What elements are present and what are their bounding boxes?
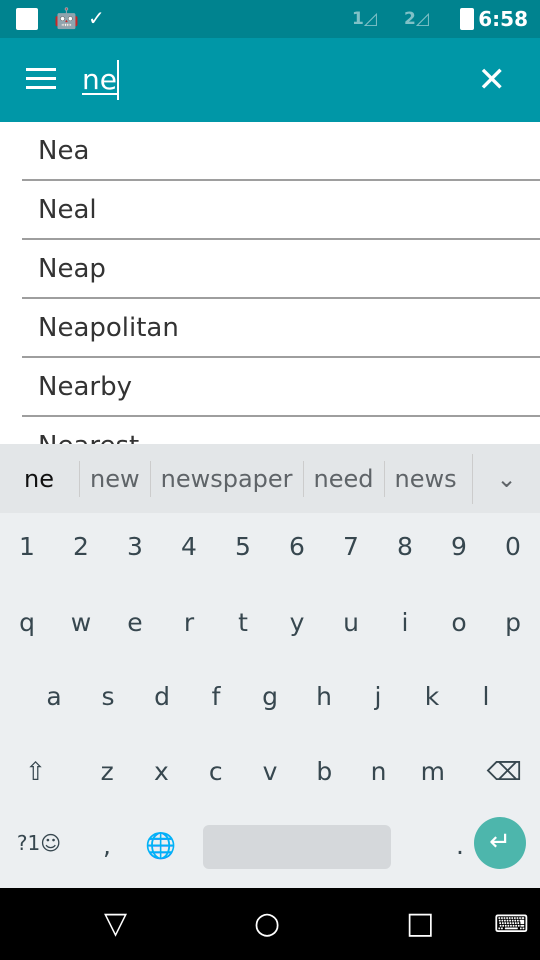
list-item[interactable]: Nearby [22, 358, 540, 417]
sim2-signal-icon: 2◿ [404, 9, 429, 29]
keyboard-icon[interactable]: ⌨ [494, 910, 529, 938]
recents-icon[interactable]: □ [406, 906, 434, 941]
key-7[interactable]: 7 [324, 532, 378, 561]
android-debug-icon: 🤖 [54, 6, 79, 30]
key-b[interactable]: b [297, 757, 351, 786]
key-m[interactable]: m [406, 757, 460, 786]
search-toolbar: ne ✕ [0, 38, 540, 122]
navigation-bar: ▽ ○ □ ⌨ [0, 888, 540, 960]
key-f[interactable]: f [189, 682, 243, 711]
key-2[interactable]: 2 [54, 532, 108, 561]
key-o[interactable]: o [432, 608, 486, 637]
chevron-down-icon[interactable]: ⌄ [472, 453, 540, 504]
key-j[interactable]: j [351, 682, 405, 711]
key-t[interactable]: t [216, 608, 270, 637]
suggestion[interactable]: need [304, 460, 385, 497]
key-v[interactable]: v [243, 757, 297, 786]
close-icon[interactable]: ✕ [478, 63, 507, 97]
clipboard-check-icon: ✓ [88, 6, 105, 30]
key-1[interactable]: 1 [0, 532, 54, 561]
key-p[interactable]: p [486, 608, 540, 637]
home-icon[interactable]: ○ [254, 906, 280, 941]
key-5[interactable]: 5 [216, 532, 270, 561]
clock: 6:58 [478, 7, 528, 31]
key-0[interactable]: 0 [486, 532, 540, 561]
key-3[interactable]: 3 [108, 532, 162, 561]
key-z[interactable]: z [80, 757, 134, 786]
key-k[interactable]: k [405, 682, 459, 711]
keyboard: ne new newspaper need news ⌄ 1234567890 … [0, 444, 540, 888]
key-q[interactable]: q [0, 608, 54, 637]
number-row: 1234567890 [0, 532, 540, 561]
list-item[interactable]: Nearest [22, 417, 540, 444]
list-item[interactable]: Nea [22, 122, 540, 181]
enter-icon[interactable]: ↵ [474, 817, 526, 869]
suggestion[interactable]: newspaper [151, 460, 304, 497]
key-row-1: qwertyuiop [0, 608, 540, 637]
suggestion[interactable]: news [385, 461, 467, 497]
key-row-3: ⇧ zxcvbnm ⌫ [0, 757, 540, 786]
key-d[interactable]: d [135, 682, 189, 711]
key-9[interactable]: 9 [432, 532, 486, 561]
key-i[interactable]: i [378, 608, 432, 637]
back-icon[interactable]: ▽ [104, 906, 127, 941]
key-s[interactable]: s [81, 682, 135, 711]
key-l[interactable]: l [459, 682, 513, 711]
space-key[interactable] [203, 825, 391, 869]
key-r[interactable]: r [162, 608, 216, 637]
key-4[interactable]: 4 [162, 532, 216, 561]
key-e[interactable]: e [108, 608, 162, 637]
list-item[interactable]: Neal [22, 181, 540, 240]
key-row-2: asdfghjkl [0, 682, 540, 711]
key-n[interactable]: n [352, 757, 406, 786]
results-list: Nea Neal Neap Neapolitan Nearby Nearest [0, 122, 540, 444]
key-g[interactable]: g [243, 682, 297, 711]
key-u[interactable]: u [324, 608, 378, 637]
search-input[interactable]: ne [82, 60, 119, 100]
suggestion[interactable]: new [80, 460, 151, 497]
key-x[interactable]: x [134, 757, 188, 786]
shift-icon[interactable]: ⇧ [9, 757, 63, 786]
list-item[interactable]: Neap [22, 240, 540, 299]
sim1-signal-icon: 1◿ [352, 9, 377, 29]
key-6[interactable]: 6 [270, 532, 324, 561]
key-c[interactable]: c [189, 757, 243, 786]
symbols-key[interactable]: ?1☺ [12, 831, 66, 861]
key-8[interactable]: 8 [378, 532, 432, 561]
hamburger-icon[interactable] [26, 68, 56, 90]
suggestion[interactable]: ne [0, 460, 80, 497]
key-a[interactable]: a [27, 682, 81, 711]
key-h[interactable]: h [297, 682, 351, 711]
globe-icon[interactable]: 🌐 [134, 831, 188, 861]
backspace-icon[interactable]: ⌫ [477, 757, 531, 786]
list-item[interactable]: Neapolitan [22, 299, 540, 358]
status-bar: 🤖 ✓ 1◿ 2◿ 6:58 [0, 0, 540, 38]
suggestion-strip: ne new newspaper need news ⌄ [0, 444, 540, 513]
key-y[interactable]: y [270, 608, 324, 637]
key-w[interactable]: w [54, 608, 108, 637]
battery-charging-icon [460, 8, 474, 30]
comma-key[interactable]: , [80, 831, 134, 861]
notification-square-icon [16, 8, 38, 30]
